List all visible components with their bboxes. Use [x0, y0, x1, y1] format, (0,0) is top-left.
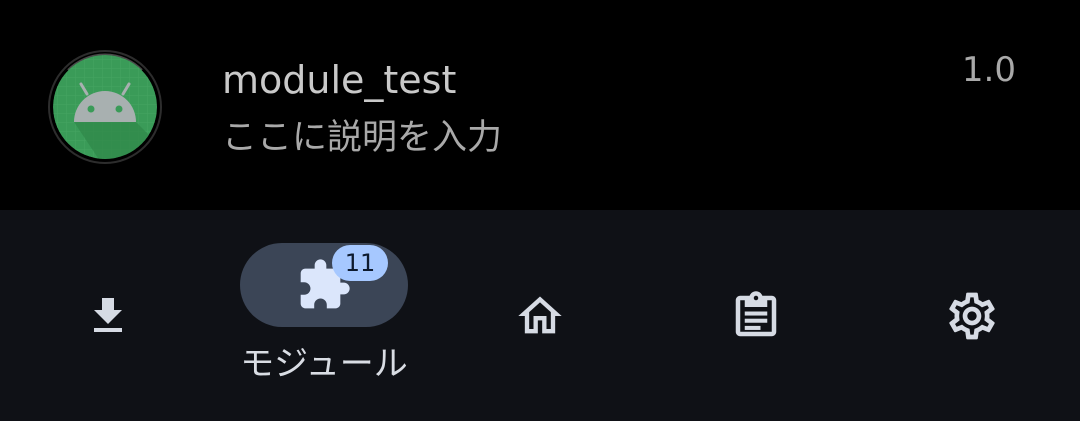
nav-item-settings[interactable] [864, 210, 1080, 421]
download-icon [80, 288, 136, 344]
android-icon [48, 50, 162, 164]
clipboard-icon [728, 288, 784, 344]
home-icon [512, 288, 568, 344]
module-version: 1.0 [961, 50, 1016, 90]
module-description: ここに説明を入力 [222, 118, 503, 158]
module-list-item[interactable]: module_test ここに説明を入力 1.0 [0, 0, 1080, 210]
nav-item-install[interactable] [0, 210, 216, 421]
nav-item-home[interactable] [432, 210, 648, 421]
bottom-navigation-bar: 11 モジュール [0, 210, 1080, 421]
nav-active-indicator: 11 [240, 243, 408, 327]
gear-icon [944, 288, 1000, 344]
nav-item-modules[interactable]: 11 モジュール [216, 210, 432, 421]
nav-label-modules: モジュール [240, 344, 408, 384]
nav-item-logs[interactable] [648, 210, 864, 421]
module-count-badge: 11 [332, 245, 388, 281]
screen: module_test ここに説明を入力 1.0 11 モジュール [0, 0, 1080, 421]
module-name: module_test [222, 58, 457, 102]
